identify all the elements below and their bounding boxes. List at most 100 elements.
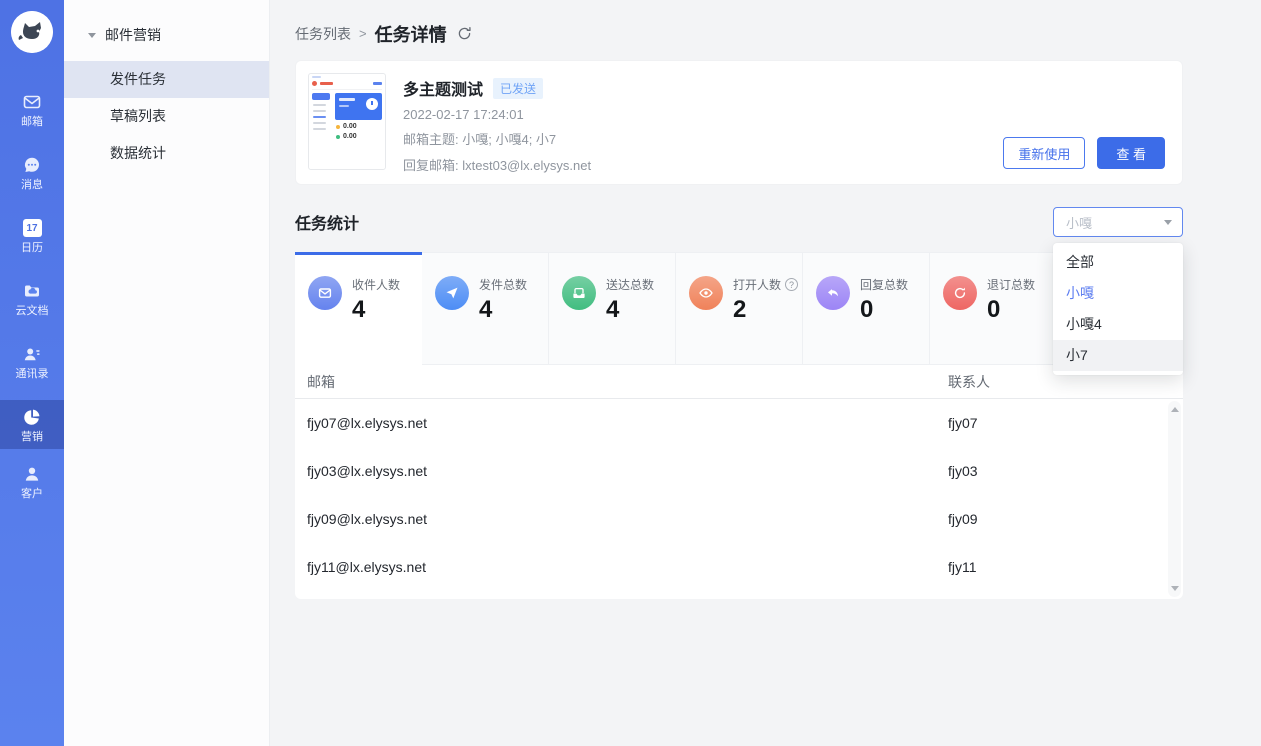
table-header: 邮箱 联系人 — [295, 365, 1183, 399]
recipients-table: 邮箱 联系人 fjy07@lx.elysys.net fjy07 fjy03@l… — [295, 365, 1183, 599]
stat-value: 2 — [733, 296, 798, 324]
thumb-decor — [312, 76, 321, 78]
dropdown-option-all[interactable]: 全部 — [1053, 247, 1183, 278]
subject-filter-select[interactable]: 小嘎 — [1053, 207, 1183, 237]
task-card: 0.00 0.00 多主题测试 已发送 2022-02-17 17:24:01 — [295, 60, 1183, 185]
scroll-up-icon[interactable] — [1171, 407, 1179, 412]
reply-icon — [816, 276, 850, 310]
pie-chart-icon — [22, 407, 42, 427]
yellow-dot-icon — [336, 125, 340, 129]
dropdown-option-xiaoga[interactable]: 小嘎 — [1053, 278, 1183, 309]
rail-item-marketing[interactable]: 营销 — [0, 400, 64, 449]
rail-item-label: 营销 — [21, 431, 43, 443]
person-icon — [22, 464, 42, 484]
task-reply-email: 回复邮箱: lxtest03@lx.elysys.net — [403, 155, 591, 174]
rail-item-label: 客户 — [21, 488, 43, 500]
stat-tab-replied[interactable]: 回复总数 0 — [803, 252, 930, 365]
stat-tab-delivered[interactable]: 送达总数 4 — [549, 252, 676, 365]
cloud-doc-icon — [22, 281, 42, 301]
cell-email: fjy11@lx.elysys.net — [295, 559, 948, 575]
thumb-stat-value: 0.00 — [343, 123, 357, 130]
reply-value: lxtest03@lx.elysys.net — [462, 158, 591, 173]
rail-item-customers[interactable]: 客户 — [0, 457, 64, 506]
cell-email: fjy07@lx.elysys.net — [295, 415, 948, 431]
stat-value: 0 — [987, 296, 1035, 324]
breadcrumb-task-list[interactable]: 任务列表 — [295, 24, 351, 44]
cell-email: fjy09@lx.elysys.net — [295, 511, 948, 527]
select-value: 小嘎 — [1066, 213, 1092, 232]
submenu-item-draft-list[interactable]: 草稿列表 — [64, 98, 269, 135]
task-datetime: 2022-02-17 17:24:01 — [403, 107, 591, 122]
rail-item-mailbox[interactable]: 邮箱 — [0, 85, 64, 134]
rail-item-cloud-docs[interactable]: 云文档 — [0, 274, 64, 323]
rail-item-label: 日历 — [21, 242, 43, 254]
cell-email: fjy03@lx.elysys.net — [295, 463, 948, 479]
app-root: 邮箱 消息 17 日历 云文档 通讯录 — [0, 0, 1261, 746]
reuse-button[interactable]: 重新使用 — [1003, 137, 1085, 169]
stat-value: 0 — [860, 296, 908, 324]
mail-icon — [22, 92, 42, 112]
help-icon[interactable]: ? — [785, 278, 798, 291]
column-header-email: 邮箱 — [295, 372, 948, 392]
task-subjects: 邮箱主题: 小嘎; 小嘎4; 小7 — [403, 129, 591, 148]
section-title: 任务统计 — [295, 210, 359, 234]
eye-icon — [689, 276, 723, 310]
table-row[interactable]: fjy11@lx.elysys.net fjy11 — [295, 543, 1183, 591]
left-rail: 邮箱 消息 17 日历 云文档 通讯录 — [0, 0, 64, 746]
table-row[interactable]: fjy09@lx.elysys.net fjy09 — [295, 495, 1183, 543]
page-title: 任务详情 — [375, 21, 447, 47]
table-scrollbar[interactable] — [1168, 401, 1181, 597]
rail-item-label: 云文档 — [16, 305, 49, 317]
subject-filter-dropdown: 全部 小嘎 小嘎4 小7 — [1053, 243, 1183, 375]
refresh-icon[interactable] — [457, 26, 472, 41]
dropdown-option-xiaoga4[interactable]: 小嘎4 — [1053, 309, 1183, 340]
breadcrumb-separator: > — [359, 26, 367, 41]
subject-value: 小嘎; 小嘎4; 小7 — [462, 132, 556, 147]
cell-contact: fjy11 — [948, 559, 977, 575]
thumb-compose-button — [312, 93, 330, 100]
task-info: 多主题测试 已发送 2022-02-17 17:24:01 邮箱主题: 小嘎; … — [403, 73, 591, 172]
view-button[interactable]: 查 看 — [1097, 137, 1165, 169]
chat-icon — [22, 155, 42, 175]
stat-value: 4 — [479, 296, 527, 324]
menu-group-email-marketing[interactable]: 邮件营销 — [64, 0, 269, 61]
calendar-day: 17 — [23, 219, 42, 237]
rail-item-contacts[interactable]: 通讯录 — [0, 337, 64, 386]
stat-tab-sent[interactable]: 发件总数 4 — [422, 252, 549, 365]
stat-value: 4 — [606, 296, 654, 324]
stats-tabs: 收件人数 4 发件总数 4 送达总数 4 — [295, 252, 1183, 365]
inbox-icon — [562, 276, 596, 310]
mail-icon — [308, 276, 342, 310]
submenu-item-send-tasks[interactable]: 发件任务 — [64, 61, 269, 98]
avatar[interactable] — [11, 11, 53, 53]
rail-item-calendar[interactable]: 17 日历 — [0, 211, 64, 260]
thumb-logo-dot — [312, 81, 317, 86]
main-content: 任务列表 > 任务详情 — [270, 0, 1261, 746]
chevron-down-icon — [1164, 220, 1172, 225]
thumb-stat-value: 0.00 — [343, 133, 357, 140]
green-dot-icon — [336, 135, 340, 139]
stat-tab-unsubscribed[interactable]: 退订总数 0 — [930, 252, 1057, 365]
cell-contact: fjy07 — [948, 415, 978, 431]
cat-avatar-image — [11, 11, 53, 53]
subject-label: 邮箱主题: — [403, 132, 459, 147]
table-row[interactable]: fjy03@lx.elysys.net fjy03 — [295, 447, 1183, 495]
stat-value: 4 — [352, 296, 400, 324]
rail-item-label: 通讯录 — [16, 368, 49, 380]
task-title: 多主题测试 — [403, 76, 483, 100]
submenu-item-data-statistics[interactable]: 数据统计 — [64, 135, 269, 172]
rail-item-messages[interactable]: 消息 — [0, 148, 64, 197]
table-row[interactable]: fjy07@lx.elysys.net fjy07 — [295, 399, 1183, 447]
cell-contact: fjy03 — [948, 463, 978, 479]
status-badge: 已发送 — [493, 78, 543, 99]
stat-tab-opened[interactable]: 打开人数 ? 2 — [676, 252, 803, 365]
stats-header: 任务统计 小嘎 — [295, 207, 1183, 237]
menu-group-label: 邮件营销 — [105, 25, 161, 45]
task-actions: 重新使用 查 看 — [1003, 137, 1165, 169]
task-thumbnail[interactable]: 0.00 0.00 — [308, 73, 386, 170]
dropdown-option-xiao7[interactable]: 小7 — [1053, 340, 1183, 371]
scroll-down-icon[interactable] — [1171, 586, 1179, 591]
rail-item-label: 邮箱 — [21, 116, 43, 128]
thumb-main: 0.00 0.00 — [335, 93, 382, 140]
stat-tab-recipients[interactable]: 收件人数 4 — [295, 252, 422, 365]
